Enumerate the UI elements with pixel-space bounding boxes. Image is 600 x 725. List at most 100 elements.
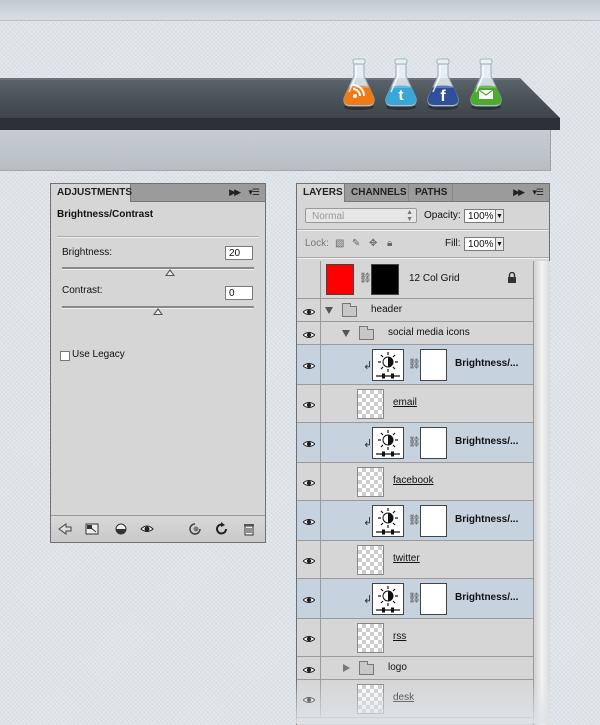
visibility-eye-icon[interactable] (139, 521, 155, 537)
visibility-toggle[interactable] (297, 541, 321, 578)
layer-mask-thumbnail (371, 264, 399, 295)
transparent-layer-thumbnail (357, 389, 384, 419)
layer-list: ⛓ 12 Col Grid header social media icons ↲ ⛓ Br… (297, 261, 533, 725)
folder-icon (359, 661, 374, 675)
layer-row[interactable]: ↲ ⛓ Brightness/... (297, 423, 533, 463)
adjustments-footer (51, 515, 265, 542)
collapse-group-icon[interactable] (325, 307, 333, 314)
trash-icon[interactable] (241, 521, 257, 537)
layer-group-row[interactable]: social media icons (297, 322, 533, 345)
layer-row[interactable]: ↲ ⛓ Brightness/... (297, 501, 533, 541)
link-icon[interactable]: ⛓ (408, 437, 421, 448)
lock-pixels-icon[interactable]: ✎ (352, 238, 360, 249)
tab-paths[interactable]: PATHS (409, 184, 453, 201)
view-previous-icon[interactable] (187, 521, 203, 537)
layer-name: twitter (393, 553, 420, 564)
layer-group-row[interactable]: header (297, 299, 533, 322)
layer-row[interactable]: ↲ ⛓ Brightness/... (297, 579, 533, 619)
link-icon[interactable]: ⛓ (408, 593, 421, 604)
layer-mask-thumbnail (420, 349, 447, 381)
brightness-slider[interactable] (62, 267, 254, 270)
eye-icon (302, 400, 316, 408)
rss-flask-icon[interactable] (340, 58, 378, 110)
visibility-toggle[interactable] (297, 261, 321, 298)
lock-icon (507, 271, 517, 286)
lock-position-icon[interactable]: ✥ (369, 238, 377, 249)
panel-menu-icon[interactable]: ▾☰ (248, 187, 260, 198)
layer-row[interactable]: rss (297, 619, 533, 657)
use-legacy-checkbox[interactable] (60, 351, 70, 361)
reset-icon[interactable] (214, 521, 230, 537)
eye-icon (302, 361, 316, 369)
contrast-input[interactable]: 0 (225, 286, 253, 300)
facebook-flask-icon[interactable]: f (424, 58, 462, 110)
visibility-toggle[interactable] (297, 619, 321, 656)
layer-name: desk (393, 692, 415, 703)
brightness-input[interactable]: 20 (225, 246, 253, 260)
visibility-toggle[interactable] (297, 345, 321, 384)
blend-mode-value: Normal (312, 211, 345, 222)
eye-icon (302, 307, 316, 315)
blend-mode-select[interactable]: Normal ▲ ▼ (305, 208, 417, 223)
layers-scrollbar[interactable] (533, 261, 550, 725)
layer-group-row[interactable]: logo (297, 657, 533, 680)
back-arrow-icon[interactable] (57, 521, 73, 537)
clip-to-layer-icon[interactable] (113, 521, 129, 537)
transparent-layer-thumbnail (357, 467, 384, 497)
layer-name: facebook (393, 475, 434, 486)
layer-row[interactable]: email (297, 385, 533, 423)
eye-icon (302, 517, 316, 525)
lock-all-icon[interactable]: 🔒︎ (387, 238, 392, 249)
collapse-panel-icon[interactable]: ▶▶ (513, 187, 525, 198)
layer-thumbnail (326, 264, 354, 295)
collapse-panel-icon[interactable]: ▶▶ (229, 187, 241, 198)
eye-icon (302, 695, 316, 703)
folder-icon (359, 326, 374, 340)
layer-name: logo (388, 662, 407, 673)
tab-channels[interactable]: CHANNELS (345, 184, 409, 201)
layer-row[interactable]: desk (297, 680, 533, 718)
layer-row[interactable]: ↲ ⛓ Brightness/... (297, 345, 533, 385)
divider (297, 257, 549, 259)
expand-view-icon[interactable] (84, 521, 100, 537)
layer-name: Brightness/... (455, 514, 519, 525)
visibility-toggle[interactable] (297, 322, 321, 344)
contrast-slider-thumb[interactable] (153, 308, 163, 315)
link-icon[interactable]: ⛓ (408, 359, 421, 370)
transparent-layer-thumbnail (357, 623, 384, 653)
expand-group-icon[interactable] (343, 664, 350, 672)
panel-menu-icon[interactable]: ▾☰ (532, 187, 544, 198)
clipping-mask-icon: ↲ (363, 438, 373, 450)
email-flask-icon[interactable] (467, 58, 505, 110)
eye-icon (302, 634, 316, 642)
visibility-toggle[interactable] (297, 657, 321, 679)
brightness-slider-thumb[interactable] (164, 269, 175, 276)
twitter-flask-icon[interactable]: t (382, 58, 420, 110)
transparent-layer-thumbnail (357, 545, 384, 575)
layer-name: Brightness/... (455, 358, 519, 369)
fill-dropdown-icon[interactable]: ▼ (495, 237, 504, 251)
visibility-toggle[interactable] (297, 423, 321, 462)
brightness-contrast-icon (372, 505, 404, 537)
layer-row[interactable]: facebook (297, 463, 533, 501)
link-icon[interactable]: ⛓ (408, 515, 421, 526)
layer-name: header (371, 304, 403, 315)
visibility-toggle[interactable] (297, 579, 321, 618)
layers-tabbar: LAYERS CHANNELS PATHS ▶▶ ▾☰ (297, 184, 549, 202)
visibility-toggle[interactable] (297, 501, 321, 540)
layer-name: social media icons (388, 327, 470, 338)
visibility-toggle[interactable] (297, 385, 321, 422)
link-icon[interactable]: ⛓ (359, 273, 372, 284)
lock-transparency-icon[interactable]: ▧ (335, 238, 344, 249)
layer-row[interactable]: ⛓ 12 Col Grid (297, 261, 533, 299)
opacity-dropdown-icon[interactable]: ▼ (495, 209, 504, 223)
fill-label: Fill: (445, 238, 461, 249)
tab-layers[interactable]: LAYERS (297, 184, 345, 202)
visibility-toggle[interactable] (297, 463, 321, 500)
visibility-toggle[interactable] (297, 299, 321, 321)
tab-adjustments[interactable]: ADJUSTMENTS (51, 184, 132, 202)
layer-row[interactable]: twitter (297, 541, 533, 579)
collapse-group-icon[interactable] (342, 330, 350, 337)
clipping-mask-icon: ↲ (363, 360, 373, 372)
visibility-toggle[interactable] (297, 680, 321, 717)
